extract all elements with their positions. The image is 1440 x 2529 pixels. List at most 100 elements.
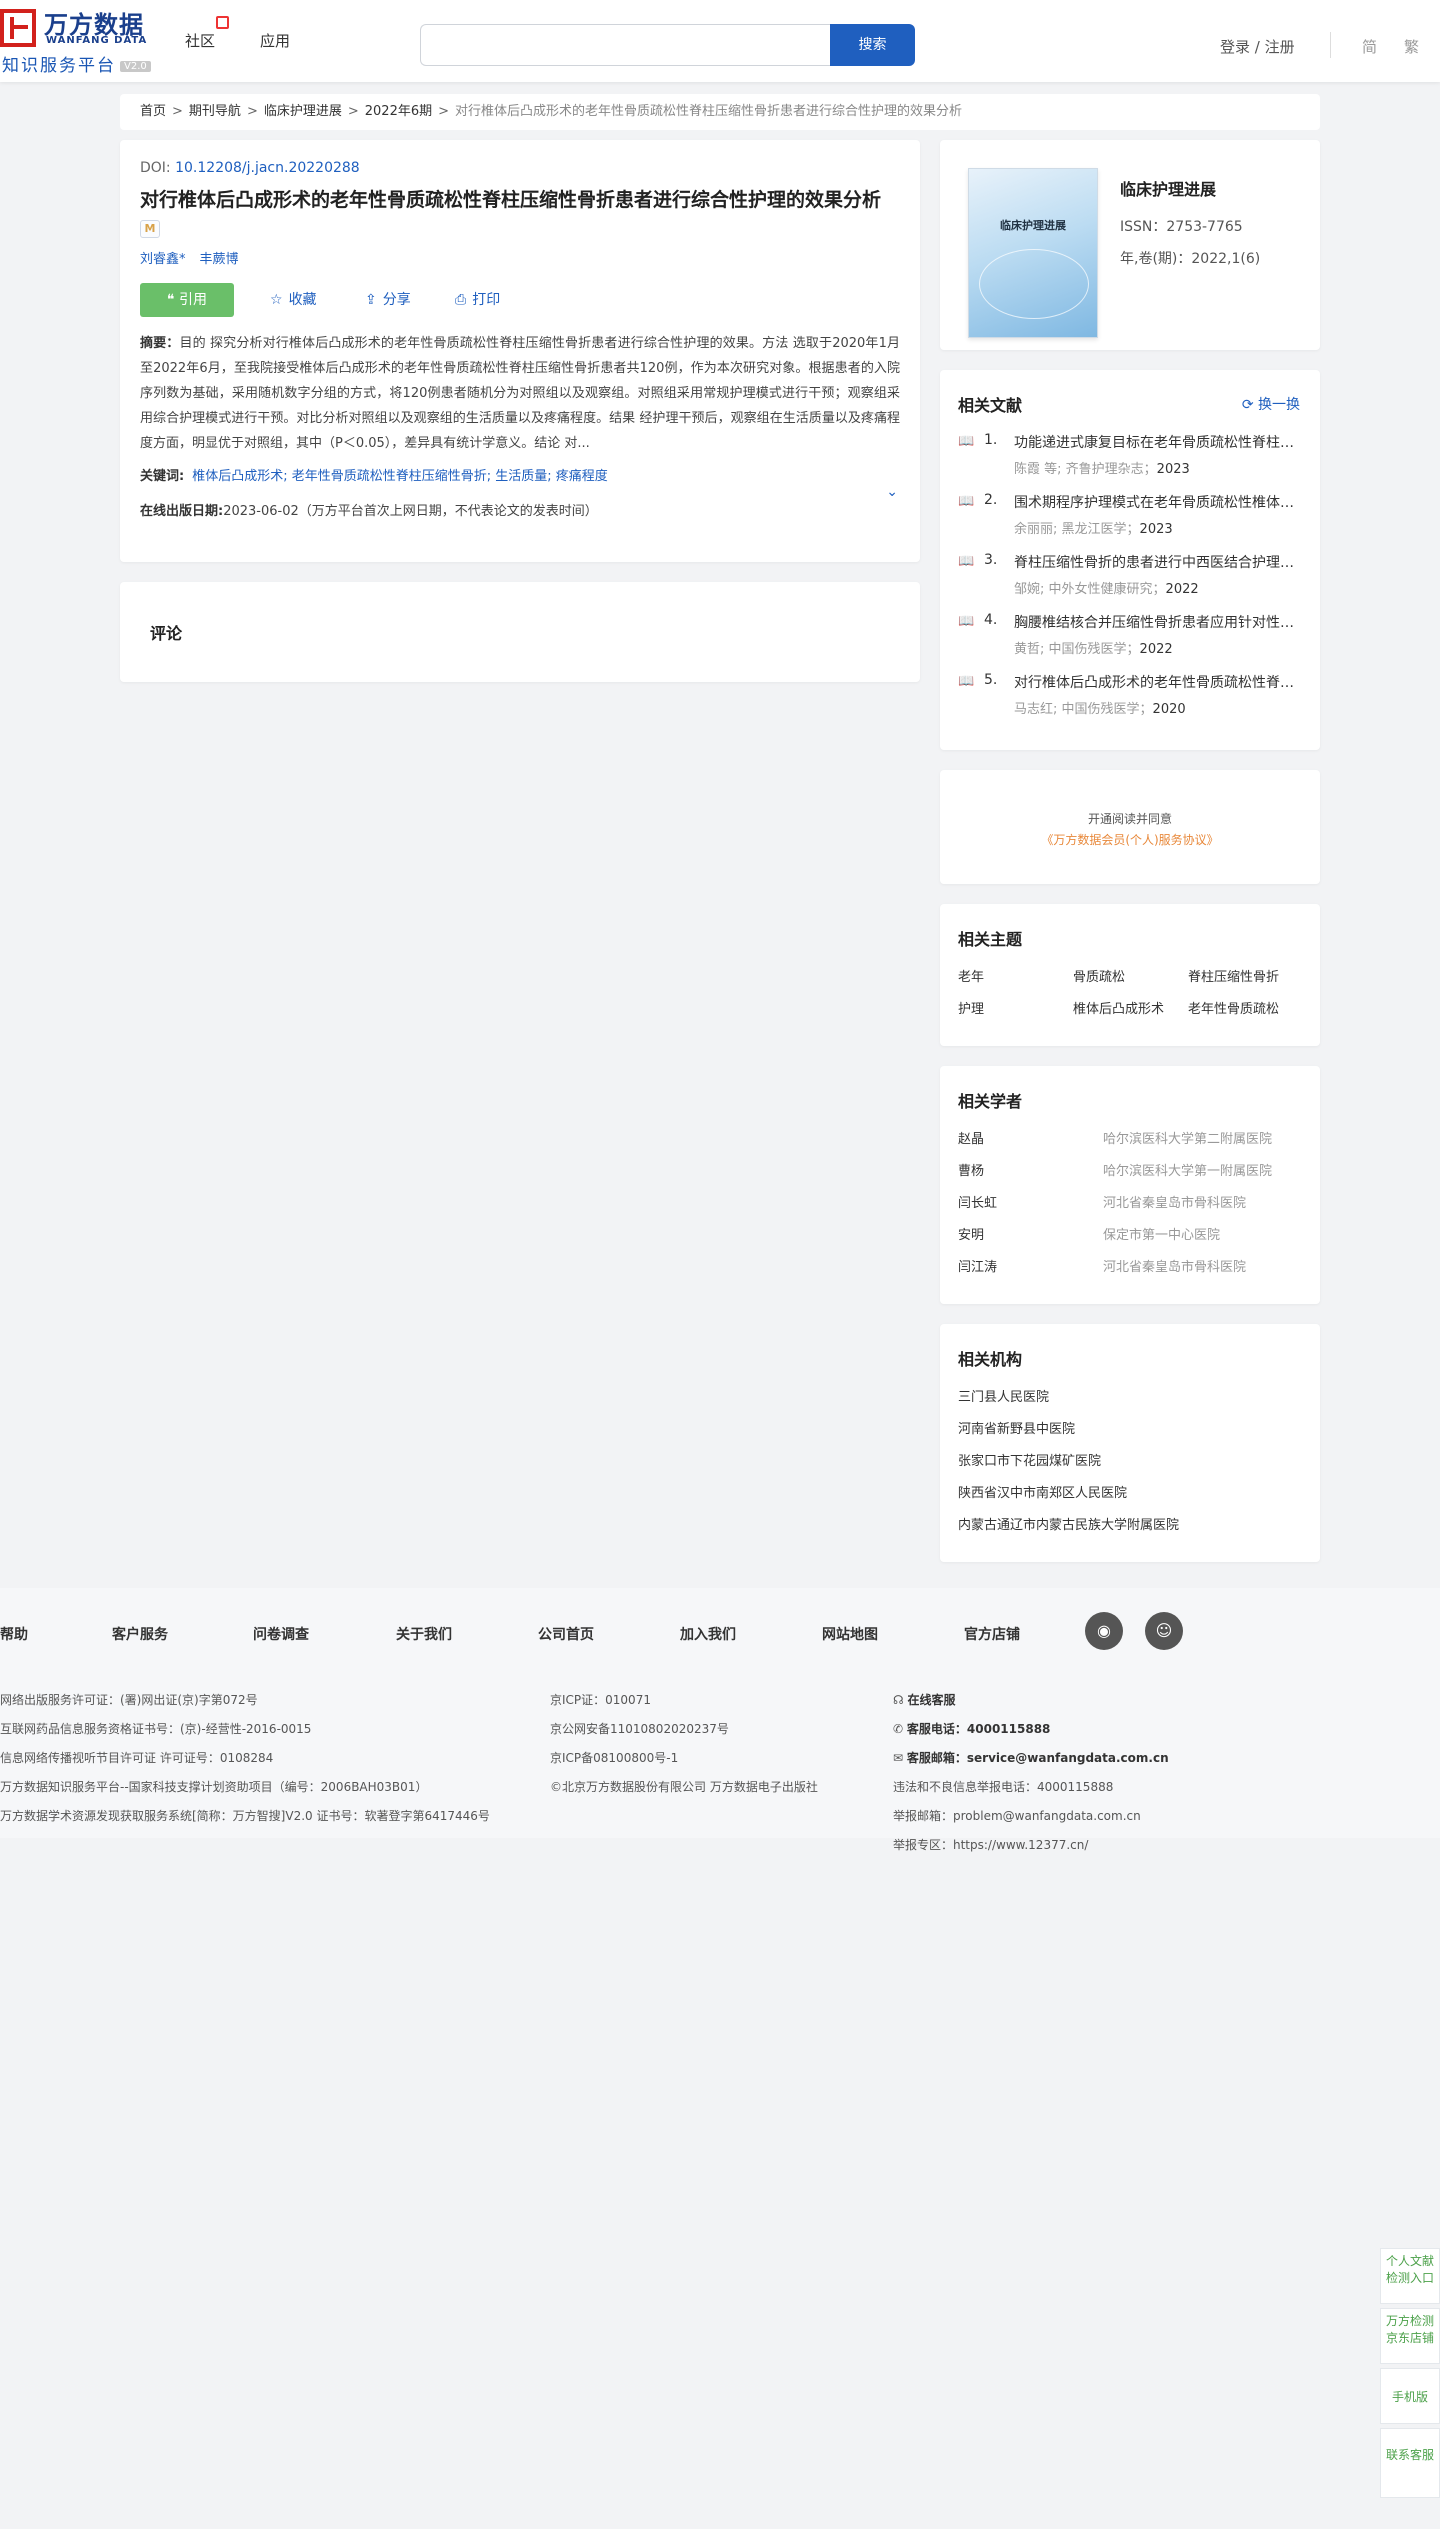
related-authors: 邹婉; <box>1014 582 1045 597</box>
lang-traditional[interactable]: 繁 <box>1404 36 1419 57</box>
related-source: 黑龙江医学； <box>1061 522 1140 537</box>
footer-link-sitemap[interactable]: 网站地图 <box>822 1624 878 1644</box>
agreement-text: 开通阅读并同意 <box>1087 812 1172 826</box>
related-title-link[interactable]: 围术期程序护理模式在老年骨质疏松性椎体压缩性骨折患者中的应用 <box>1014 492 1304 512</box>
related-year: 2022 <box>1165 582 1199 597</box>
footer-link-store[interactable]: 官方店铺 <box>964 1624 1020 1644</box>
topic-link[interactable]: 老年 <box>958 966 1058 985</box>
related-title-link[interactable]: 脊柱压缩性骨折的患者进行中西医结合护理的效果分析 <box>1014 552 1304 572</box>
related-title-link[interactable]: 胸腰椎结核合并压缩性骨折患者应用针对性护理的效果 <box>1014 612 1304 632</box>
side-check-entry[interactable]: 个人文献检测入口 <box>1380 2248 1440 2304</box>
favorite-button[interactable]: ☆ 收藏 <box>270 283 317 317</box>
nav-apps[interactable]: 应用 <box>260 30 290 51</box>
related-title-link[interactable]: 功能递进式康复目标在老年骨质疏松性脊柱压缩性骨折患者中的应用 <box>1014 432 1304 452</box>
footer-link-help[interactable]: 帮助 <box>0 1624 28 1644</box>
author-link[interactable]: 丰蕨博 <box>200 252 239 267</box>
related-item[interactable]: 📖 2. 围术期程序护理模式在老年骨质疏松性椎体压缩性骨折患者中的应用 余丽丽;… <box>958 488 1304 548</box>
scholar-org[interactable]: 哈尔滨医科大学第二附属医院 <box>1103 1128 1272 1147</box>
scholar-org[interactable]: 哈尔滨医科大学第一附属医院 <box>1103 1160 1272 1179</box>
keyword-link[interactable]: 老年性骨质疏松性脊柱压缩性骨折; <box>292 469 491 484</box>
weibo-icon[interactable]: ◉ <box>1085 1612 1123 1650</box>
footer-link-company[interactable]: 公司首页 <box>538 1624 594 1644</box>
scholar-name[interactable]: 安明 <box>958 1224 984 1243</box>
topic-link[interactable]: 老年性骨质疏松 <box>1188 998 1288 1017</box>
footer-link-service[interactable]: 客户服务 <box>112 1624 168 1644</box>
footer-link-survey[interactable]: 问卷调查 <box>253 1624 309 1644</box>
topic-link[interactable]: 椎体后凸成形术 <box>1073 998 1173 1017</box>
breadcrumb-home[interactable]: 首页 <box>140 104 166 119</box>
license-line: 万方数据知识服务平台--国家科技支撑计划资助项目（编号：2006BAH03B01… <box>0 1780 428 1794</box>
scholar-name[interactable]: 闫江涛 <box>958 1256 997 1275</box>
cite-button[interactable]: ❝ 引用 <box>140 283 234 317</box>
logo-subtitle: 知识服务平台 V2.0 <box>2 51 151 76</box>
related-authors: 陈霞 等; <box>1014 462 1062 477</box>
topic-link[interactable]: 护理 <box>958 998 1058 1017</box>
keywords: 关键词: 椎体后凸成形术; 老年性骨质疏松性脊柱压缩性骨折; 生活质量; 疼痛程度 <box>140 466 900 488</box>
authors: 刘睿鑫* 丰蕨博 <box>140 248 900 267</box>
related-item[interactable]: 📖 4. 胸腰椎结核合并压缩性骨折患者应用针对性护理的效果 黄哲; 中国伤残医学… <box>958 608 1304 668</box>
book-icon: 📖 <box>958 674 975 689</box>
related-title-link[interactable]: 对行椎体后凸成形术的老年性骨质疏松性脊柱压缩性骨折患者的护理 <box>1014 672 1304 692</box>
side-contact[interactable]: 联系客服 <box>1380 2428 1440 2498</box>
agreement-link[interactable]: 《万方数据会员(个人)服务协议》 <box>940 831 1320 848</box>
institution-link[interactable]: 三门县人民医院 <box>958 1386 1302 1418</box>
mail-icon: ✉ <box>893 1751 907 1765</box>
icp-line[interactable]: 京公网安备11010802020237号 <box>550 1715 818 1744</box>
breadcrumb-journals[interactable]: 期刊导航 <box>189 104 241 119</box>
refresh-icon: ⟳ <box>1241 397 1258 413</box>
icp-line[interactable]: 京ICP证：010071 <box>550 1686 818 1715</box>
side-jd-store[interactable]: 万方检测京东店铺 <box>1380 2308 1440 2364</box>
author-link[interactable]: 刘睿鑫* <box>140 252 186 267</box>
report-email[interactable]: 举报邮箱：problem@wanfangdata.com.cn <box>893 1802 1169 1831</box>
scholar-org[interactable]: 河北省秦皇岛市骨科医院 <box>1103 1192 1246 1211</box>
icp-line[interactable]: 京ICP备08100800号-1 <box>550 1744 818 1773</box>
breadcrumb-journal[interactable]: 临床护理进展 <box>264 104 342 119</box>
m-badge-icon[interactable]: M <box>140 220 160 238</box>
related-item[interactable]: 📖 3. 脊柱压缩性骨折的患者进行中西医结合护理的效果分析 邹婉; 中外女性健康… <box>958 548 1304 608</box>
email-value[interactable]: service@wanfangdata.com.cn <box>967 1751 1169 1765</box>
expand-chevron-icon[interactable]: ⌄ <box>886 484 898 500</box>
print-button[interactable]: ⎙ 打印 <box>455 283 500 317</box>
breadcrumb: 首页 > 期刊导航 > 临床护理进展 >2022年6期 > 对行椎体后凸成形术的老年性骨质疏松… <box>120 94 1320 130</box>
keyword-link[interactable]: 椎体后凸成形术; <box>192 469 287 484</box>
share-button[interactable]: ⇪ 分享 <box>365 283 411 317</box>
journal-cover[interactable]: 临床护理进展 <box>968 168 1098 338</box>
scholar-org[interactable]: 河北省秦皇岛市骨科医院 <box>1103 1256 1246 1275</box>
topics-grid: 老年 骨质疏松 脊柱压缩性骨折 护理 椎体后凸成形术 老年性骨质疏松 <box>958 966 1302 1036</box>
keyword-link[interactable]: 生活质量; <box>495 469 551 484</box>
footer-link-about[interactable]: 关于我们 <box>396 1624 452 1644</box>
swap-button[interactable]: ⟳ 换一换 <box>1242 394 1300 414</box>
keyword-link[interactable]: 疼痛程度 <box>556 469 608 484</box>
online-service[interactable]: ☊ 在线客服 <box>893 1686 1169 1715</box>
institution-link[interactable]: 河南省新野县中医院 <box>958 1418 1302 1450</box>
topic-link[interactable]: 脊柱压缩性骨折 <box>1188 966 1288 985</box>
breadcrumb-separator: > <box>246 104 258 119</box>
wechat-icon[interactable]: ☺ <box>1145 1612 1183 1650</box>
related-institutions-card: 相关机构 三门县人民医院 河南省新野县中医院 张家口市下花园煤矿医院 陕西省汉中… <box>940 1324 1320 1562</box>
scholar-name[interactable]: 闫长虹 <box>958 1192 997 1211</box>
logo[interactable]: 万方数据 WANFANG DATA 知识服务平台 V2.0 <box>0 5 160 76</box>
institution-link[interactable]: 内蒙古通辽市内蒙古民族大学附属医院 <box>958 1514 1302 1546</box>
footer-link-join[interactable]: 加入我们 <box>680 1624 736 1644</box>
related-item[interactable]: 📖 5. 对行椎体后凸成形术的老年性骨质疏松性脊柱压缩性骨折患者的护理 马志红;… <box>958 668 1304 728</box>
nav-community[interactable]: 社区 <box>185 30 215 51</box>
search-button[interactable]: 搜索 <box>830 24 915 66</box>
headset-icon: ☊ <box>893 1693 908 1707</box>
search-input[interactable] <box>421 25 830 65</box>
login-register-link[interactable]: 登录 / 注册 <box>1220 36 1295 57</box>
breadcrumb-issue[interactable]: 2022年6期 <box>365 104 432 119</box>
scholar-name[interactable]: 曹杨 <box>958 1160 984 1179</box>
scholar-name[interactable]: 赵晶 <box>958 1128 984 1147</box>
scholar-org[interactable]: 保定市第一中心医院 <box>1103 1224 1220 1243</box>
doi-link[interactable]: 10.12208/j.jacn.20220288 <box>175 160 360 176</box>
related-item[interactable]: 📖 1. 功能递进式康复目标在老年骨质疏松性脊柱压缩性骨折患者中的应用 陈霞 等… <box>958 428 1304 488</box>
topic-link[interactable]: 骨质疏松 <box>1073 966 1173 985</box>
journal-name[interactable]: 临床护理进展 <box>1120 176 1216 200</box>
report-site[interactable]: 举报专区：https://www.12377.cn/ <box>893 1831 1169 1860</box>
related-year: 2023 <box>1156 462 1190 477</box>
footer: 帮助 客户服务 问卷调查 关于我们 公司首页 加入我们 网站地图 官方店铺 ◉ … <box>0 1588 1440 1852</box>
institution-link[interactable]: 张家口市下花园煤矿医院 <box>958 1450 1302 1482</box>
institution-link[interactable]: 陕西省汉中市南郑区人民医院 <box>958 1482 1302 1514</box>
side-mobile[interactable]: 手机版 <box>1380 2368 1440 2424</box>
lang-simplified[interactable]: 简 <box>1362 36 1377 57</box>
